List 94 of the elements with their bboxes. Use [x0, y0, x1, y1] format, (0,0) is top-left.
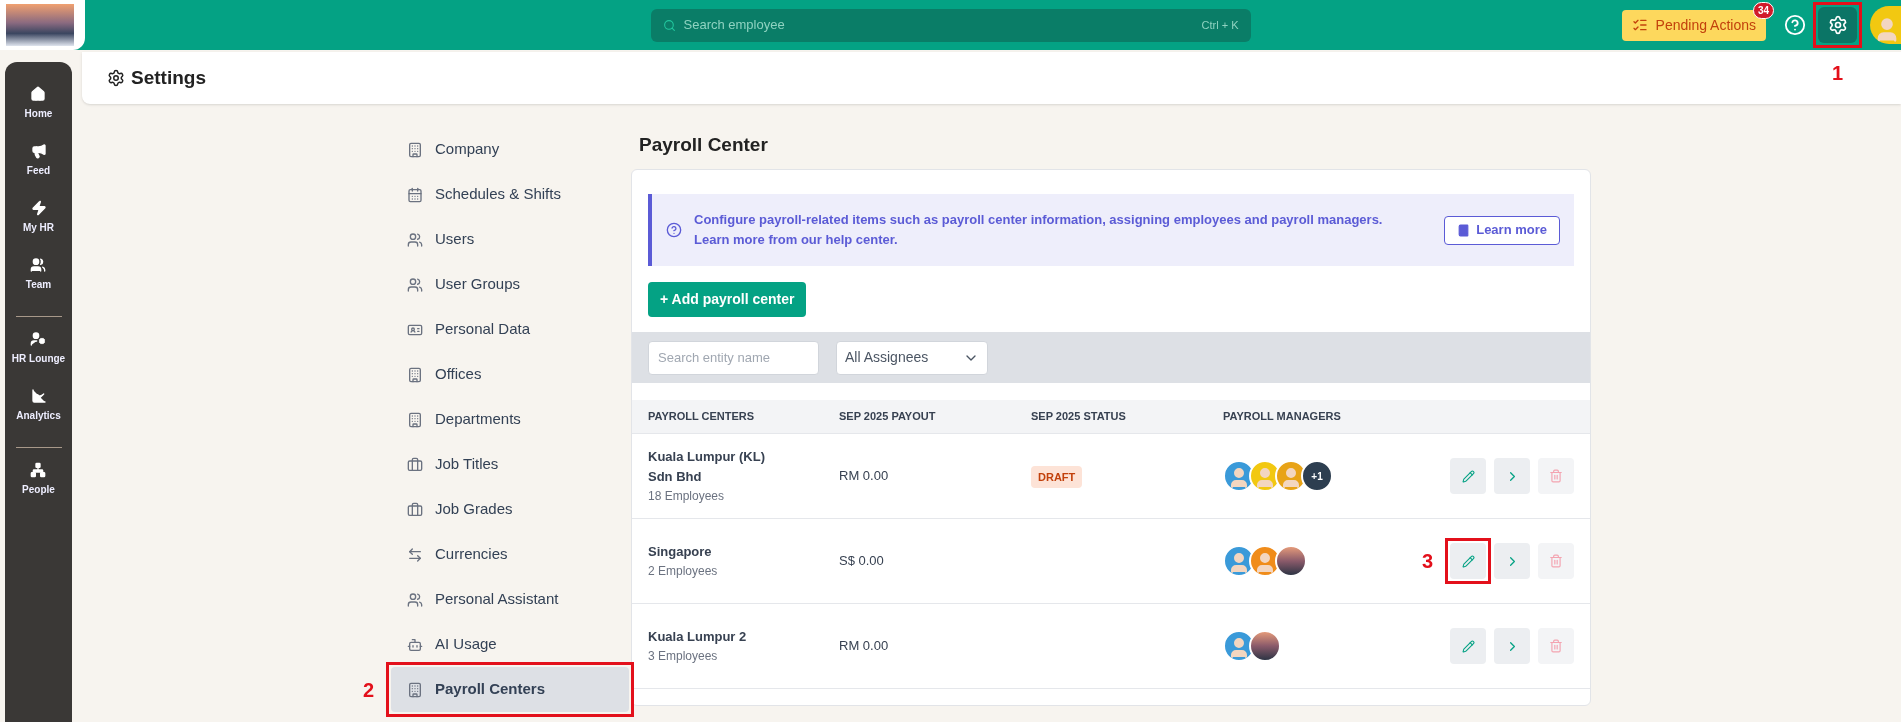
column-header: PAYROLL MANAGERS: [1223, 409, 1342, 425]
settings-menu-item[interactable]: Job Grades: [391, 487, 629, 532]
employee-count: 3 Employees: [648, 648, 719, 665]
arrows-icon: [407, 546, 423, 563]
building-icon: [407, 681, 423, 698]
employee-count: 18 Employees: [648, 488, 726, 505]
payout-amount: S$ 0.00: [839, 552, 885, 571]
home-icon: [30, 86, 47, 102]
callout-number: 2: [363, 679, 375, 700]
chart-icon: [30, 388, 47, 404]
highlight-frame: [1813, 2, 1862, 48]
lightning-icon: [30, 200, 47, 216]
settings-menu-item[interactable]: Departments: [391, 397, 629, 442]
notification-badge: 34: [1752, 1, 1774, 19]
nav-item[interactable]: HR Lounge: [11, 325, 66, 382]
settings-icon: [1827, 15, 1848, 35]
payout-amount: RM 0.00: [839, 467, 890, 486]
users-icon: [407, 276, 423, 293]
users-icon: [407, 591, 423, 608]
settings-menu-item[interactable]: Company: [391, 127, 629, 172]
book-icon: [1457, 223, 1471, 237]
group-icon: [30, 257, 47, 273]
delete-button[interactable]: [1538, 543, 1574, 579]
robot-icon: [407, 636, 423, 653]
megaphone-icon: [30, 143, 47, 159]
payout-amount: RM 0.00: [839, 637, 890, 656]
open-button[interactable]: [1494, 628, 1530, 664]
trash-icon: [1549, 639, 1563, 653]
open-button[interactable]: [1494, 543, 1530, 579]
settings-menu-item[interactable]: Schedules & Shifts: [391, 172, 629, 217]
payroll-center-name: Kuala Lumpur (KL) Sdn Bhd: [648, 448, 766, 486]
briefcase-icon: [407, 501, 423, 518]
learn-more-button[interactable]: Learn more: [1444, 215, 1560, 245]
highlight-frame: [1445, 538, 1491, 584]
edit-button[interactable]: [1450, 458, 1486, 494]
search-placeholder: Search employee: [683, 16, 786, 35]
building-icon: [407, 141, 423, 158]
users-icon: [407, 231, 423, 248]
nav-item[interactable]: Feed: [26, 137, 51, 194]
callout-number: 1: [1831, 63, 1844, 83]
settings-menu-item[interactable]: Personal Assistant: [391, 577, 629, 622]
column-header: SEP 2025 STATUS: [1031, 409, 1127, 425]
user-gear-icon: [30, 331, 47, 347]
help-icon: [666, 222, 682, 238]
settings-icon: [107, 69, 125, 87]
info-text: Configure payroll-related items such as payroll center information, assigning employees and payroll managers.: [694, 211, 1384, 229]
nav-item[interactable]: Team: [25, 251, 52, 308]
settings-menu-item[interactable]: User Groups: [391, 262, 629, 307]
building-icon: [407, 411, 423, 428]
pencil-icon: [1461, 469, 1475, 483]
briefcase-icon: [407, 456, 423, 473]
settings-menu-item[interactable]: Currencies: [391, 532, 629, 577]
org-chart-icon: [30, 462, 47, 478]
user-avatar[interactable]: [1870, 6, 1901, 44]
trash-icon: [1549, 554, 1563, 568]
more-managers-badge: +1: [1301, 460, 1333, 492]
help-icon[interactable]: [1784, 14, 1806, 36]
open-button[interactable]: [1494, 458, 1530, 494]
callout-number: 3: [1422, 551, 1434, 571]
payroll-center-name: Singapore: [648, 543, 713, 561]
checklist-icon: [1631, 17, 1648, 33]
search-icon: [662, 18, 676, 32]
settings-menu-item[interactable]: Offices: [391, 352, 629, 397]
shortcut-hint: Ctrl + K: [1201, 17, 1239, 33]
pencil-icon: [1461, 554, 1475, 568]
nav-item[interactable]: My HR: [22, 194, 55, 251]
search-field[interactable]: Search entity name: [648, 340, 819, 375]
settings-menu-item[interactable]: Users: [391, 217, 629, 262]
settings-menu-item[interactable]: Job Titles: [391, 442, 629, 487]
payroll-center-name: Kuala Lumpur 2: [648, 628, 748, 646]
page-title: Settings: [131, 65, 206, 90]
employee-count: 2 Employees: [648, 563, 719, 580]
settings-menu-item[interactable]: Personal Data: [391, 307, 629, 352]
status-badge: DRAFT: [1031, 465, 1083, 489]
settings-button[interactable]: [1818, 7, 1857, 43]
nav-item[interactable]: People: [22, 456, 55, 513]
section-title: Payroll Center: [639, 133, 769, 157]
building-icon: [407, 366, 423, 383]
edit-button[interactable]: [1450, 628, 1486, 664]
column-header: PAYROLL CENTERS: [648, 409, 756, 425]
assignee-dropdown[interactable]: All Assignees: [836, 340, 988, 375]
nav-item[interactable]: Analytics: [16, 382, 61, 439]
delete-button[interactable]: [1538, 628, 1574, 664]
edit-button[interactable]: [1450, 543, 1486, 579]
info-text: Learn more from our help center.: [694, 231, 899, 249]
nav-item[interactable]: Home: [24, 80, 53, 137]
logo-photo-placeholder: [6, 4, 74, 46]
settings-menu-item[interactable]: Payroll Centers: [391, 667, 629, 712]
trash-icon: [1549, 469, 1563, 483]
calendar-icon: [407, 186, 423, 203]
delete-button[interactable]: [1538, 458, 1574, 494]
column-header: SEP 2025 PAYOUT: [839, 409, 937, 425]
settings-menu-item[interactable]: AI Usage: [391, 622, 629, 667]
pencil-icon: [1461, 639, 1475, 653]
